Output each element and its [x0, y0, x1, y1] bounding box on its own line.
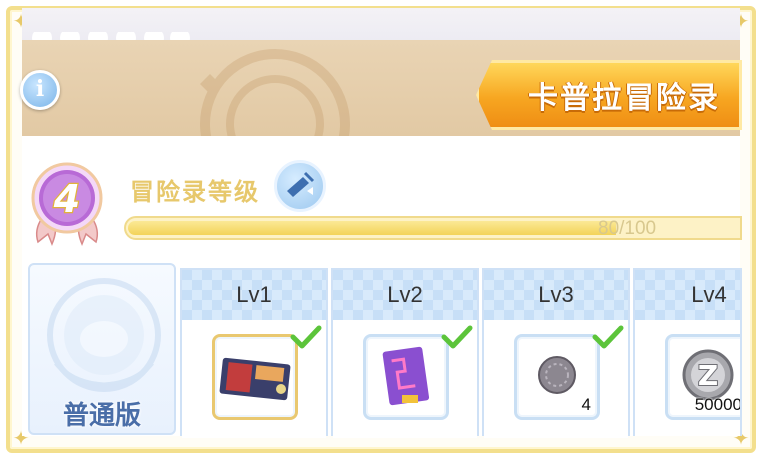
version-emblem-icon: [47, 278, 161, 392]
reward-card-lv3[interactable]: Lv3 4: [482, 268, 630, 438]
reward-item-slot[interactable]: [363, 334, 449, 420]
reward-level-label: Lv4: [691, 282, 727, 307]
level-progress-text: 80/100: [598, 218, 657, 239]
level-progress-fill: [128, 221, 616, 235]
svg-text:Z: Z: [698, 359, 718, 392]
scroll-icon: [287, 171, 315, 197]
claimed-check-icon: [290, 325, 322, 349]
reward-card-lv1[interactable]: Lv1: [180, 268, 328, 438]
level-label: 冒险录等级: [130, 178, 260, 206]
info-icon: i: [35, 76, 45, 102]
reward-item-slot[interactable]: 4: [514, 334, 600, 420]
reward-card-lv4[interactable]: Lv4 Z 50000: [633, 268, 742, 436]
reward-item-slot[interactable]: Z 50000: [665, 334, 742, 420]
info-button[interactable]: i: [20, 70, 60, 110]
reward-level-label: Lv3: [538, 282, 574, 307]
adventure-log-title: 卡普拉冒险录: [528, 81, 720, 116]
emblem-watermark-icon: [200, 49, 350, 136]
reward-card-lv2[interactable]: Lv2: [331, 268, 479, 438]
reward-level-label: Lv2: [387, 282, 423, 307]
level-info-button[interactable]: [274, 160, 326, 212]
reward-level-label: Lv1: [236, 282, 272, 307]
card-item-icon: [219, 357, 291, 401]
level-value: 4: [53, 177, 80, 221]
version-label: 普通版: [62, 401, 141, 431]
level-badge-icon: 4: [31, 162, 103, 246]
adventure-log-title-button[interactable]: 卡普拉冒险录: [476, 60, 742, 130]
claimed-check-icon: [441, 325, 473, 349]
item-quantity: 4: [581, 395, 591, 414]
reward-item-slot[interactable]: [212, 334, 298, 420]
item-quantity: 50000: [694, 395, 742, 414]
version-card[interactable]: 普通版: [28, 263, 176, 435]
claimed-check-icon: [592, 325, 624, 349]
purple-card-icon: [382, 346, 430, 406]
